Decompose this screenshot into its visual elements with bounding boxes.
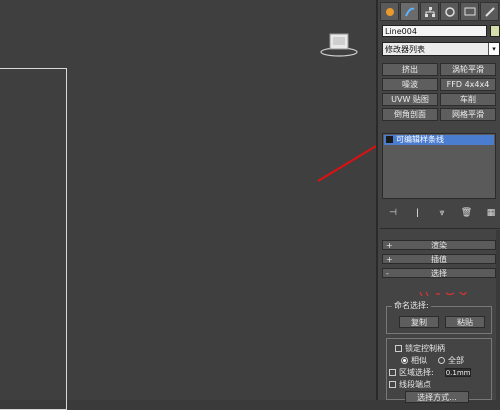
- stack-toggle-icon[interactable]: [386, 136, 393, 143]
- make-unique-icon[interactable]: ⩔: [435, 207, 449, 219]
- ffd-button[interactable]: FFD 4x4x4: [440, 78, 496, 91]
- turbosmooth-button[interactable]: 涡轮平滑: [440, 63, 496, 76]
- noise-button[interactable]: 噪波: [382, 78, 438, 91]
- bevel-profile-button[interactable]: 倒角剖面: [382, 108, 438, 121]
- lock-handles-row[interactable]: 锁定控制柄: [395, 343, 445, 353]
- utilities-tab-icon[interactable]: [480, 2, 499, 21]
- similar-label: 相似: [411, 355, 427, 365]
- rollout-select-sign: -: [386, 269, 389, 278]
- section-separator: [380, 228, 500, 229]
- all-label: 全部: [448, 355, 464, 365]
- panel-scrollbar[interactable]: [496, 230, 500, 400]
- segment-end-label: 线段端点: [399, 379, 431, 389]
- rollout-render-label: 渲染: [431, 241, 447, 250]
- rollout-render[interactable]: + 渲染: [382, 240, 496, 250]
- similar-radio[interactable]: [401, 356, 408, 364]
- meshsmooth-button[interactable]: 网格平滑: [440, 108, 496, 121]
- area-select-spinner[interactable]: 0.1mm: [444, 367, 471, 377]
- stack-item-label: 可编辑样条线: [396, 135, 444, 144]
- viewport[interactable]: [0, 0, 376, 410]
- segment-end-row: 线段端点: [389, 379, 431, 389]
- motion-tab-icon[interactable]: [440, 2, 459, 21]
- rollout-interp-label: 插值: [431, 255, 447, 264]
- select-by-button[interactable]: 选择方式...: [405, 391, 469, 403]
- rollout-interp-sign: +: [386, 255, 393, 264]
- stack-tools: ⊣ ǀ ⩔ 🗑 ▦: [386, 206, 498, 220]
- chevron-down-icon[interactable]: ▾: [488, 43, 499, 55]
- show-end-result-icon[interactable]: ǀ: [411, 207, 425, 219]
- area-select-label: 区域选择:: [399, 367, 434, 377]
- object-name-field[interactable]: Line004: [382, 25, 487, 37]
- named-selections-title: 命名选择:: [392, 300, 431, 311]
- configure-sets-icon[interactable]: ▦: [484, 207, 498, 219]
- pin-stack-icon[interactable]: ⊣: [386, 207, 400, 219]
- handle-options-group: 锁定控制柄 相似 全部 区域选择: 0.1mm 线段端点 选择方式...: [386, 338, 492, 403]
- rollout-select-label: 选择: [431, 269, 447, 278]
- stack-item-editable-spline[interactable]: 可编辑样条线: [384, 135, 494, 145]
- lock-handles-label: 锁定控制柄: [405, 343, 445, 353]
- rollout-render-sign: +: [386, 241, 393, 250]
- viewcube-icon[interactable]: [316, 28, 362, 58]
- uvw-map-button[interactable]: UVW 贴图: [382, 93, 438, 106]
- copy-button[interactable]: 复制: [399, 316, 439, 328]
- object-color-swatch[interactable]: [490, 25, 500, 37]
- modifier-buttons: 挤出 涡轮平滑 噪波 FFD 4x4x4 UVW 贴图 车削 倒角剖面 网格平滑: [382, 63, 496, 121]
- rollout-selection[interactable]: - 选择: [382, 268, 496, 278]
- lock-handles-checkbox[interactable]: [395, 344, 402, 352]
- create-tab-icon[interactable]: [380, 2, 399, 21]
- all-radio[interactable]: [438, 356, 445, 364]
- named-selections-group: 命名选择: 复制 粘贴: [386, 300, 492, 334]
- viewport-frame: [0, 68, 67, 410]
- segment-end-checkbox[interactable]: [389, 380, 396, 388]
- extrude-button[interactable]: 挤出: [382, 63, 438, 76]
- lathe-button[interactable]: 车削: [440, 93, 496, 106]
- object-name-row: Line004: [382, 25, 500, 38]
- remove-modifier-icon[interactable]: 🗑: [460, 207, 474, 219]
- hierarchy-tab-icon[interactable]: [420, 2, 439, 21]
- command-panel-tabs: [380, 2, 500, 22]
- display-tab-icon[interactable]: [460, 2, 479, 21]
- lock-mode-row: 相似 全部: [401, 355, 464, 365]
- paste-button[interactable]: 粘贴: [445, 316, 485, 328]
- command-panel: Line004 修改器列表 ▾ 挤出 涡轮平滑 噪波 FFD 4x4x4 UVW…: [378, 0, 500, 403]
- modifier-list-label: 修改器列表: [385, 45, 425, 54]
- modifier-list-dropdown[interactable]: 修改器列表 ▾: [382, 42, 500, 56]
- modify-tab-icon[interactable]: [400, 2, 419, 21]
- rollout-interpolation[interactable]: + 插值: [382, 254, 496, 264]
- subobject-level-icons[interactable]: [418, 290, 468, 298]
- area-select-row: 区域选择: 0.1mm: [389, 367, 471, 377]
- area-select-checkbox[interactable]: [389, 368, 396, 376]
- modifier-stack[interactable]: 可编辑样条线: [382, 133, 496, 199]
